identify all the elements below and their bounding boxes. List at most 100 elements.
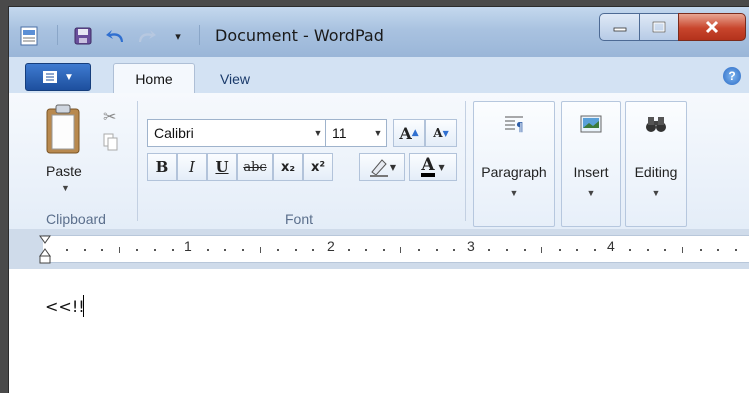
ruler-dot — [629, 249, 631, 251]
ruler-dot — [506, 249, 508, 251]
application-menu-button[interactable]: ▼ — [25, 63, 91, 91]
chevron-down-icon: ▼ — [586, 188, 596, 198]
ruler-dot — [700, 249, 702, 251]
insert-label: Insert — [573, 164, 609, 180]
ruler-dot — [418, 249, 420, 251]
qat-separator — [199, 25, 200, 45]
paragraph-button[interactable]: ¶ Paragraph ▼ — [473, 101, 555, 227]
app-icon[interactable] — [19, 25, 39, 47]
chevron-down-icon: ▼ — [373, 128, 383, 138]
picture-icon — [580, 115, 602, 133]
ruler-dot — [524, 249, 526, 251]
font-group-label: Font — [285, 211, 314, 227]
clipboard-group-label: Clipboard — [46, 211, 106, 227]
indent-marker-icon[interactable] — [39, 235, 51, 265]
strikethrough-button[interactable]: abc — [237, 153, 273, 181]
qat-customize-dropdown[interactable]: ▾ — [169, 25, 187, 47]
wordpad-window: ▾ Document - WordPad ▼ Home View ? Paste… — [8, 6, 749, 393]
ruler-tick — [260, 247, 261, 253]
ruler-dot — [436, 249, 438, 251]
chevron-down-icon: ▼ — [651, 188, 661, 198]
paragraph-label: Paragraph — [481, 164, 547, 180]
highlighter-icon — [369, 159, 388, 177]
ruler-number: 1 — [184, 238, 192, 254]
window-title: Document - WordPad — [215, 26, 384, 45]
group-separator — [465, 101, 466, 221]
redo-icon[interactable] — [135, 25, 157, 47]
ruler-dot — [365, 249, 367, 251]
ruler-dot — [664, 249, 666, 251]
editing-label: Editing — [634, 164, 678, 180]
maximize-button[interactable] — [639, 13, 679, 41]
scissors-icon[interactable]: ✂ — [103, 107, 116, 127]
ruler-dot — [348, 249, 350, 251]
chevron-down-icon: ▼ — [438, 162, 445, 172]
ruler[interactable]: 1 2 3 4 — [9, 229, 749, 269]
highlight-button[interactable]: ▼ — [359, 153, 405, 181]
title-bar: ▾ Document - WordPad — [9, 7, 749, 57]
ruler-dot — [101, 249, 103, 251]
ruler-dot — [717, 249, 719, 251]
ruler-dot — [136, 249, 138, 251]
ruler-dot — [172, 249, 174, 251]
undo-icon[interactable] — [105, 25, 127, 47]
group-separator — [137, 101, 138, 221]
paste-button[interactable] — [39, 103, 83, 195]
bold-button[interactable]: B — [147, 153, 177, 181]
grow-font-button[interactable]: A ▲ — [393, 119, 425, 147]
editing-button[interactable]: Editing ▼ — [625, 101, 687, 227]
ruler-tick — [400, 247, 401, 253]
paste-label: Paste — [46, 163, 82, 179]
font-family-value: Calibri — [154, 125, 194, 141]
ruler-dot — [242, 249, 244, 251]
ruler-dot — [559, 249, 561, 251]
ruler-dot — [488, 249, 490, 251]
ruler-dot — [594, 249, 596, 251]
ruler-number: 4 — [607, 238, 615, 254]
ruler-dot — [647, 249, 649, 251]
italic-button[interactable]: I — [177, 153, 207, 181]
help-icon[interactable]: ? — [723, 67, 741, 85]
ruler-dot — [312, 249, 314, 251]
close-button[interactable] — [678, 13, 746, 41]
clipboard-icon — [46, 104, 80, 154]
save-icon[interactable] — [73, 25, 93, 47]
close-icon — [705, 20, 719, 34]
binoculars-icon — [646, 117, 666, 132]
ruler-dot — [576, 249, 578, 251]
ruler-dot — [207, 249, 209, 251]
minimize-button[interactable] — [599, 13, 640, 41]
minimize-icon — [613, 27, 626, 32]
chevron-down-icon[interactable]: ▼ — [61, 183, 70, 193]
chevron-down-icon: ▼ — [64, 71, 74, 83]
ruler-number: 2 — [327, 238, 335, 254]
menu-icon — [43, 71, 58, 83]
ruler-dot — [224, 249, 226, 251]
font-size-select[interactable]: 11 ▼ — [325, 119, 387, 147]
ruler-tick — [119, 247, 120, 253]
font-color-icon: A — [421, 155, 435, 177]
document-text[interactable]: <<!! — [45, 297, 85, 316]
ruler-tick — [541, 247, 542, 253]
shrink-font-button[interactable]: A ▼ — [425, 119, 457, 147]
tab-home[interactable]: Home — [113, 63, 195, 94]
copy-icon[interactable] — [103, 133, 119, 154]
ruler-dot — [154, 249, 156, 251]
font-family-select[interactable]: Calibri ▼ — [147, 119, 327, 147]
ruler-dot — [84, 249, 86, 251]
document-area[interactable]: <<!! — [9, 269, 749, 393]
qat-separator — [57, 25, 58, 45]
underline-button[interactable]: U — [207, 153, 237, 181]
ruler-dot — [277, 249, 279, 251]
chevron-down-icon: ▼ — [389, 162, 397, 172]
subscript-button[interactable]: x₂ — [273, 153, 303, 181]
tab-view[interactable]: View — [207, 66, 263, 92]
ruler-tick — [682, 247, 683, 253]
svg-text:¶: ¶ — [516, 120, 524, 134]
font-color-button[interactable]: A ▼ — [409, 153, 457, 181]
superscript-button[interactable]: x² — [303, 153, 333, 181]
chevron-down-icon: ▼ — [509, 188, 519, 198]
text-caret — [83, 295, 84, 317]
ruler-dot — [735, 249, 737, 251]
insert-button[interactable]: Insert ▼ — [561, 101, 621, 227]
